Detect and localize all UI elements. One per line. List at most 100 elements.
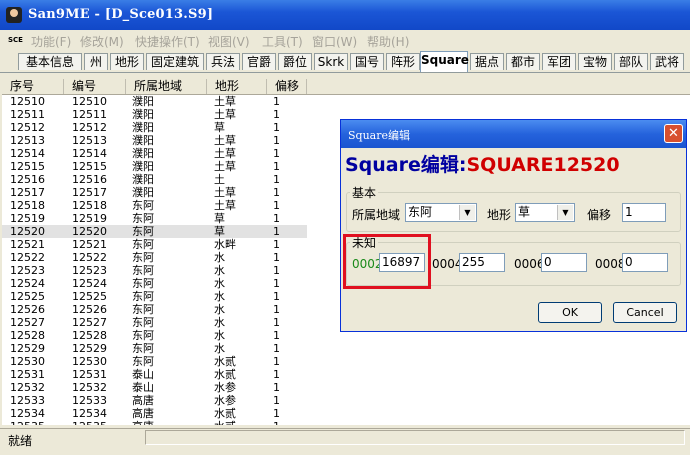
table-cell: 12513 — [72, 134, 107, 147]
table-cell: 12527 — [72, 316, 107, 329]
table-cell: 12515 — [72, 160, 107, 173]
table-cell: 12511 — [10, 108, 45, 121]
table-cell: 1 — [273, 342, 280, 355]
tab-official[interactable]: 官爵 — [242, 53, 276, 70]
table-row[interactable]: 12510 12510 濮阳 土草 1 — [2, 95, 307, 108]
tab-unit[interactable]: 部队 — [614, 53, 648, 70]
table-row[interactable]: 12517 12517 濮阳 土草 1 — [2, 186, 307, 199]
dialog-titlebar[interactable]: Square编辑 ✕ — [341, 120, 686, 148]
table-row[interactable]: 12525 12525 东阿 水 1 — [2, 290, 307, 303]
col-header-offset[interactable]: 偏移 — [267, 79, 307, 94]
table-cell: 土草 — [214, 95, 236, 108]
app-icon — [6, 7, 22, 23]
table-cell: 土草 — [214, 160, 236, 173]
table-row[interactable]: 12518 12518 东阿 土草 1 — [2, 199, 307, 212]
col-header-id[interactable]: 编号 — [64, 79, 126, 94]
table-cell: 高唐 — [132, 420, 154, 425]
menu-shortcut[interactable]: 快捷操作(T) — [135, 33, 200, 50]
tab-tactics[interactable]: 兵法 — [206, 53, 240, 70]
tab-square[interactable]: Square — [420, 51, 469, 72]
menu-modify[interactable]: 修改(M) — [80, 33, 124, 50]
table-cell: 1 — [273, 290, 280, 303]
sce-logo-icon: SCE — [8, 36, 23, 44]
table-cell: 12524 — [10, 277, 45, 290]
tab-country-name[interactable]: 国号 — [350, 53, 384, 70]
col-header-region[interactable]: 所属地域 — [126, 79, 207, 94]
table-row[interactable]: 12519 12519 东阿 草 1 — [2, 212, 307, 225]
tab-strip: 基本信息 州 地形 固定建筑 兵法 官爵 爵位 Skrk 国号 阵形 Squar… — [0, 50, 690, 73]
table-row[interactable]: 12523 12523 东阿 水 1 — [2, 264, 307, 277]
table-cell: 东阿 — [132, 316, 154, 329]
table-row[interactable]: 12535 12535 高唐 水贰 1 — [2, 420, 307, 425]
table-row[interactable]: 12527 12527 东阿 水 1 — [2, 316, 307, 329]
table-cell: 濮阳 — [132, 160, 154, 173]
tab-terrain[interactable]: 地形 — [110, 53, 144, 70]
table-cell: 12533 — [72, 394, 107, 407]
tab-stronghold[interactable]: 据点 — [470, 53, 504, 70]
tab-skrk[interactable]: Skrk — [314, 53, 348, 70]
offset-field[interactable]: 1 — [622, 203, 666, 222]
table-row[interactable]: 12531 12531 泰山 水贰 1 — [2, 368, 307, 381]
table-row[interactable]: 12512 12512 濮阳 草 1 — [2, 121, 307, 134]
table-cell: 水畔 — [214, 238, 236, 251]
table-cell: 土 — [214, 173, 225, 186]
table-cell: 12525 — [10, 290, 45, 303]
table-cell: 12526 — [72, 303, 107, 316]
table-row[interactable]: 12529 12529 东阿 水 1 — [2, 342, 307, 355]
table-cell: 1 — [273, 329, 280, 342]
table-row[interactable]: 12513 12513 濮阳 土草 1 — [2, 134, 307, 147]
table-row[interactable]: 12521 12521 东阿 水畔 1 — [2, 238, 307, 251]
field-0008-input[interactable]: 0 — [622, 253, 668, 272]
tab-fixed-building[interactable]: 固定建筑 — [146, 53, 204, 70]
field-0006-input[interactable]: 0 — [541, 253, 587, 272]
table-row[interactable]: 12534 12534 高唐 水贰 1 — [2, 407, 307, 420]
table-cell: 12518 — [72, 199, 107, 212]
table-row[interactable]: 12516 12516 濮阳 土 1 — [2, 173, 307, 186]
tab-city[interactable]: 都市 — [506, 53, 540, 70]
window-titlebar: San9ME - [D_Sce013.S9] — [0, 0, 690, 30]
region-select[interactable]: 东阿 ▼ — [405, 203, 477, 222]
table-cell: 1 — [273, 186, 280, 199]
col-header-terrain[interactable]: 地形 — [207, 79, 267, 94]
dialog-heading: Square编辑:SQUARE12520 — [345, 150, 620, 177]
menu-function[interactable]: 功能(F) — [31, 33, 71, 50]
table-row[interactable]: 12520 12520 东阿 草 1 — [2, 225, 307, 238]
table-row[interactable]: 12522 12522 东阿 水 1 — [2, 251, 307, 264]
table-row[interactable]: 12528 12528 东阿 水 1 — [2, 329, 307, 342]
table-row[interactable]: 12532 12532 泰山 水参 1 — [2, 381, 307, 394]
tab-state[interactable]: 州 — [84, 53, 108, 70]
table-row[interactable]: 12530 12530 东阿 水贰 1 — [2, 355, 307, 368]
menu-tools[interactable]: 工具(T) — [262, 33, 303, 50]
table-cell: 12526 — [10, 303, 45, 316]
table-cell: 水参 — [214, 394, 236, 407]
table-cell: 东阿 — [132, 199, 154, 212]
close-icon[interactable]: ✕ — [664, 124, 683, 143]
tab-formation[interactable]: 阵形 — [386, 53, 420, 70]
chevron-down-icon[interactable]: ▼ — [557, 205, 573, 220]
table-row[interactable]: 12514 12514 濮阳 土草 1 — [2, 147, 307, 160]
chevron-down-icon[interactable]: ▼ — [459, 205, 475, 220]
table-row[interactable]: 12515 12515 濮阳 土草 1 — [2, 160, 307, 173]
table-cell: 12523 — [10, 264, 45, 277]
table-cell: 1 — [273, 199, 280, 212]
region-select-value: 东阿 — [408, 205, 433, 219]
menu-view[interactable]: 视图(V) — [208, 33, 250, 50]
field-0004-input[interactable]: 255 — [459, 253, 505, 272]
table-cell: 12528 — [10, 329, 45, 342]
terrain-select[interactable]: 草 ▼ — [515, 203, 575, 222]
table-row[interactable]: 12533 12533 高唐 水参 1 — [2, 394, 307, 407]
menu-window[interactable]: 窗口(W) — [312, 33, 357, 50]
col-header-index[interactable]: 序号 — [2, 79, 64, 94]
tab-general[interactable]: 武将 — [650, 53, 684, 70]
table-row[interactable]: 12511 12511 濮阳 土草 1 — [2, 108, 307, 121]
tab-legion[interactable]: 军团 — [542, 53, 576, 70]
tab-treasure[interactable]: 宝物 — [578, 53, 612, 70]
cancel-button[interactable]: Cancel — [613, 302, 677, 323]
table-row[interactable]: 12524 12524 东阿 水 1 — [2, 277, 307, 290]
tab-rank[interactable]: 爵位 — [278, 53, 312, 70]
menu-help[interactable]: 帮助(H) — [367, 33, 409, 50]
tab-basic-info[interactable]: 基本信息 — [18, 53, 82, 70]
table-cell: 水 — [214, 316, 225, 329]
ok-button[interactable]: OK — [538, 302, 602, 323]
table-row[interactable]: 12526 12526 东阿 水 1 — [2, 303, 307, 316]
